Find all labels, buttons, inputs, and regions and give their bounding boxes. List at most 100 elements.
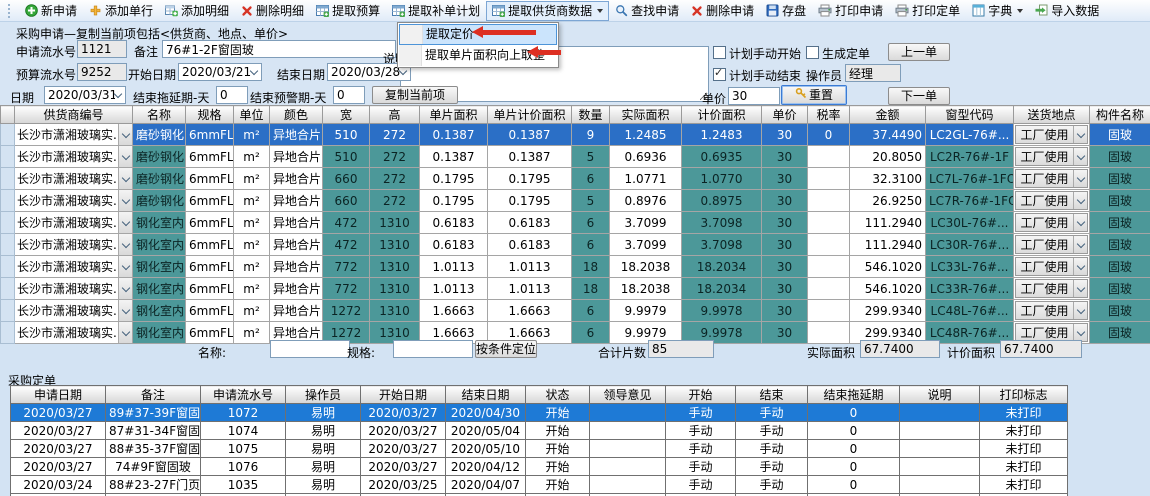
date-select[interactable]: 2020/03/31 bbox=[44, 86, 126, 104]
table-row[interactable]: 长沙市潇湘玻璃实...磨砂钢化...6mmFLE...m²异地合片6602720… bbox=[1, 190, 1150, 212]
cell-note[interactable] bbox=[900, 404, 980, 422]
cell-part-name[interactable]: 固玻 bbox=[1090, 190, 1150, 212]
operator-field[interactable] bbox=[845, 64, 901, 82]
cell-remark[interactable]: 74#9F窗固玻 bbox=[106, 458, 201, 476]
cell-spec[interactable]: 6mmFLE... bbox=[186, 234, 234, 256]
copy-current-button[interactable]: 复制当前项 bbox=[372, 86, 458, 104]
chevron-down-icon[interactable] bbox=[118, 300, 132, 321]
toolbar-button-print-order[interactable]: 打印定单 bbox=[889, 1, 966, 21]
cell-unit-price[interactable]: 30 bbox=[762, 168, 808, 190]
cell-actual-area[interactable]: 1.0771 bbox=[610, 168, 682, 190]
cell-spec[interactable]: 6mmFLE... bbox=[186, 278, 234, 300]
cell-unit[interactable]: m² bbox=[234, 234, 270, 256]
cell-status[interactable]: 开始 bbox=[526, 440, 590, 458]
previous-order-button[interactable]: 上一单 bbox=[888, 43, 950, 61]
cell-color[interactable]: 异地合片 bbox=[270, 234, 323, 256]
orders-column-header-print-flag[interactable]: 打印标志 bbox=[980, 386, 1068, 404]
column-header-actual-area[interactable]: 实际面积 bbox=[610, 106, 682, 124]
start-date-select[interactable]: 2020/03/21 bbox=[178, 63, 262, 81]
cell-piece-area[interactable]: 0.1795 bbox=[420, 190, 488, 212]
cell-spec[interactable]: 6mmFLE... bbox=[186, 300, 234, 322]
orders-row[interactable]: 2020/03/2787#31-34F窗固玻1074易明2020/03/2720… bbox=[11, 422, 1068, 440]
cell-height[interactable]: 1310 bbox=[370, 212, 420, 234]
cell-name[interactable]: 钢化室内... bbox=[133, 300, 186, 322]
cell-end[interactable]: 手动 bbox=[736, 476, 808, 494]
row-header[interactable] bbox=[1, 124, 15, 146]
cell-qty[interactable]: 5 bbox=[572, 146, 610, 168]
cell-status[interactable]: 开始 bbox=[526, 422, 590, 440]
cell-supplier-code[interactable]: 长沙市潇湘玻璃实... bbox=[15, 212, 133, 234]
toolbar-button-extract-budget[interactable]: 提取预算 bbox=[310, 1, 386, 21]
cell-piece-billing-area[interactable]: 1.6663 bbox=[488, 300, 572, 322]
cell-actual-area[interactable]: 0.8976 bbox=[610, 190, 682, 212]
delivery-dropdown[interactable]: 工厂使用 bbox=[1015, 301, 1088, 320]
orders-column-header-start[interactable]: 开始 bbox=[666, 386, 736, 404]
chevron-down-icon[interactable] bbox=[118, 168, 132, 189]
toolbar-button-add-detail[interactable]: 添加明细 bbox=[159, 1, 235, 21]
cell-qty[interactable]: 6 bbox=[572, 234, 610, 256]
delivery-dropdown[interactable]: 工厂使用 bbox=[1015, 235, 1088, 254]
cell-billing-area[interactable]: 18.2034 bbox=[682, 278, 762, 300]
cell-height[interactable]: 272 bbox=[370, 190, 420, 212]
cell-amount[interactable]: 546.1020 bbox=[850, 278, 926, 300]
cell-amount[interactable]: 26.9250 bbox=[850, 190, 926, 212]
cell-billing-area[interactable]: 3.7098 bbox=[682, 212, 762, 234]
cell-remark[interactable]: 88#35-37F窗固玻 bbox=[106, 440, 201, 458]
filter-name-input[interactable] bbox=[270, 340, 350, 358]
cell-tax-rate[interactable] bbox=[808, 278, 850, 300]
delivery-dropdown[interactable]: 工厂使用 bbox=[1015, 125, 1088, 144]
cell-spec[interactable]: 6mmFLE... bbox=[186, 190, 234, 212]
cell-part-name[interactable]: 固玻 bbox=[1090, 278, 1150, 300]
next-order-button[interactable]: 下一单 bbox=[888, 87, 950, 105]
cell-piece-billing-area[interactable]: 0.1387 bbox=[488, 124, 572, 146]
cell-color[interactable]: 异地合片 bbox=[270, 190, 323, 212]
column-header-unit[interactable]: 单位 bbox=[234, 106, 270, 124]
cell-qty[interactable]: 5 bbox=[572, 190, 610, 212]
cell-tax-rate[interactable] bbox=[808, 168, 850, 190]
cell-start-date[interactable]: 2020/03/27 bbox=[361, 404, 446, 422]
cell-window-code[interactable]: LC30R-76#... bbox=[926, 234, 1014, 256]
cell-height[interactable]: 1310 bbox=[370, 234, 420, 256]
cell-billing-area[interactable]: 9.9978 bbox=[682, 300, 762, 322]
cell-actual-area[interactable]: 18.2038 bbox=[610, 256, 682, 278]
cell-end-date[interactable]: 2020/05/04 bbox=[446, 422, 526, 440]
cell-piece-area[interactable]: 1.0113 bbox=[420, 256, 488, 278]
cell-delivery-location[interactable]: 工厂使用 bbox=[1014, 256, 1090, 278]
cell-unit-price[interactable]: 30 bbox=[762, 256, 808, 278]
cell-part-name[interactable]: 固玻 bbox=[1090, 234, 1150, 256]
cell-request-no[interactable]: 1075 bbox=[201, 440, 286, 458]
cell-supplier-code[interactable]: 长沙市潇湘玻璃实... bbox=[15, 168, 133, 190]
cell-unit[interactable]: m² bbox=[234, 168, 270, 190]
cell-part-name[interactable]: 固玻 bbox=[1090, 168, 1150, 190]
generate-order-checkbox[interactable] bbox=[806, 46, 819, 59]
manual-end-checkbox[interactable] bbox=[713, 68, 726, 81]
cell-end-date[interactable]: 2020/05/10 bbox=[446, 440, 526, 458]
cell-part-name[interactable]: 固玻 bbox=[1090, 256, 1150, 278]
delivery-dropdown[interactable]: 工厂使用 bbox=[1015, 279, 1088, 298]
column-header-unit-price[interactable]: 单价 bbox=[762, 106, 808, 124]
toolbar-button-extract-supplier-data[interactable]: 提取供货商数据 bbox=[486, 1, 609, 21]
cell-piece-area[interactable]: 0.6183 bbox=[420, 234, 488, 256]
column-header-qty[interactable]: 数量 bbox=[572, 106, 610, 124]
cell-supplier-code[interactable]: 长沙市潇湘玻璃实... bbox=[15, 190, 133, 212]
cell-unit[interactable]: m² bbox=[234, 124, 270, 146]
cell-leader-opinion[interactable] bbox=[590, 404, 666, 422]
cell-request-no[interactable]: 1035 bbox=[201, 476, 286, 494]
cell-delivery-location[interactable]: 工厂使用 bbox=[1014, 124, 1090, 146]
cell-spec[interactable]: 6mmFLE... bbox=[186, 212, 234, 234]
cell-leader-opinion[interactable] bbox=[590, 476, 666, 494]
cell-delivery-location[interactable]: 工厂使用 bbox=[1014, 146, 1090, 168]
cell-color[interactable]: 异地合片 bbox=[270, 300, 323, 322]
orders-column-header-end-delay[interactable]: 结束拖延期 bbox=[808, 386, 900, 404]
cell-unit[interactable]: m² bbox=[234, 190, 270, 212]
cell-piece-area[interactable]: 0.1387 bbox=[420, 146, 488, 168]
cell-start[interactable]: 手动 bbox=[666, 404, 736, 422]
cell-supplier-code[interactable]: 长沙市潇湘玻璃实... bbox=[15, 234, 133, 256]
cell-end[interactable]: 手动 bbox=[736, 422, 808, 440]
cell-window-code[interactable]: LC2R-76#-1F bbox=[926, 146, 1014, 168]
cell-billing-area[interactable]: 3.7098 bbox=[682, 234, 762, 256]
delay-field[interactable] bbox=[216, 86, 248, 104]
chevron-down-icon[interactable] bbox=[118, 278, 132, 299]
cell-end[interactable]: 手动 bbox=[736, 440, 808, 458]
table-row[interactable]: 长沙市潇湘玻璃实...钢化室内...6mmFLE...m²异地合片7721310… bbox=[1, 278, 1150, 300]
